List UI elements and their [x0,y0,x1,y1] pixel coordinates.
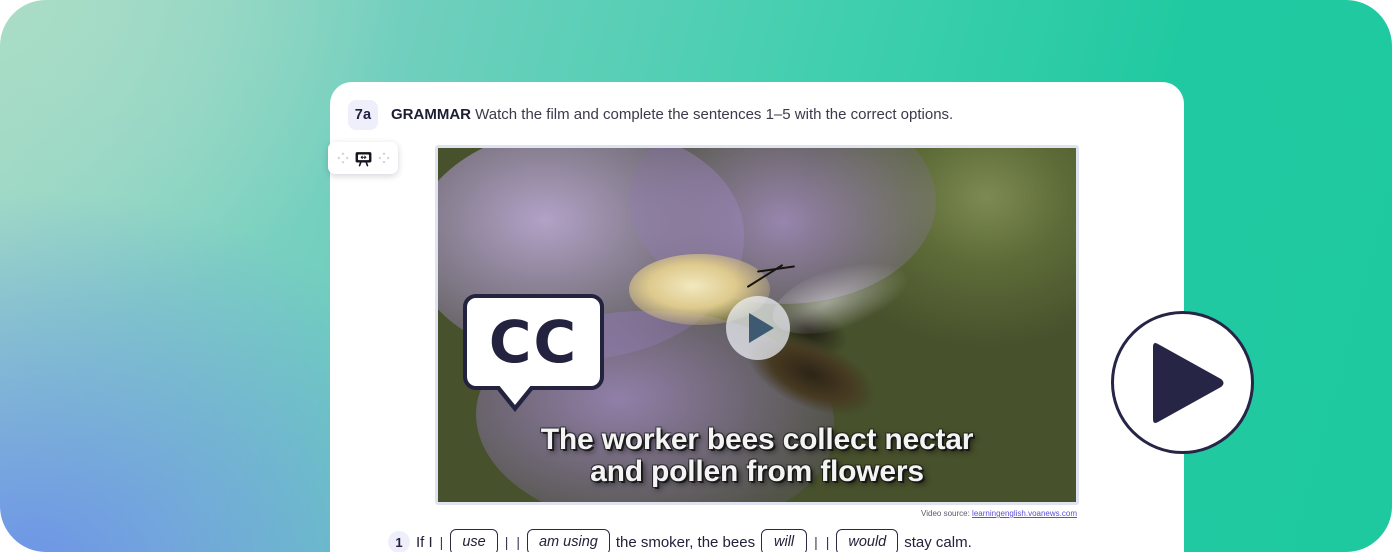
instruction-label: GRAMMAR [391,106,471,124]
sentence-number-badge: 1 [388,531,410,552]
presentation-board-icon[interactable] [354,149,373,168]
option-separator: | [516,534,520,550]
option-separator: | [825,534,830,550]
option-choice[interactable]: will [761,529,808,552]
screen: 7a GRAMMAR Watch the film and complete t… [0,0,1392,552]
option-choice[interactable]: would [836,529,899,552]
option-choice[interactable]: use [450,529,498,552]
play-icon [1153,342,1224,423]
move-arrows-icon[interactable] [378,152,390,164]
option-separator: | [439,534,444,550]
video-subtitle: The worker bees collect nectar and polle… [438,424,1076,488]
video-play-overlay-button[interactable] [726,296,790,360]
move-arrows-icon[interactable] [337,152,349,164]
main-play-button[interactable] [1111,311,1254,454]
video-subtitle-line-1: The worker bees collect nectar [540,423,974,457]
cc-label: CC [488,308,579,376]
instruction-body: Watch the film and complete the sentence… [471,106,954,124]
video-subtitle-line-2: and pollen from flowers [590,455,924,489]
sentence-text-before: If I [416,533,433,551]
option-choice[interactable]: am using [526,529,610,552]
sentence-row: 1 If I | use | | am using the smoker, th… [388,529,1174,552]
option-separator: | [504,534,509,550]
sentence-text-middle: the smoker, the bees [615,533,756,551]
exercise-number-badge: 7a [348,100,378,130]
instruction-row: 7a GRAMMAR Watch the film and complete t… [348,100,1166,130]
video-source-link[interactable]: learningenglish.voanews.com [972,509,1077,518]
instruction-text: GRAMMAR Watch the film and complete the … [391,105,953,125]
video-source-caption: Video source: learningenglish.voanews.co… [921,509,1077,518]
element-drag-toolbar[interactable] [328,142,398,174]
play-icon [748,313,774,343]
closed-captions-bubble[interactable]: CC [463,294,604,390]
video-block[interactable]: CC The worker bees collect nectar and po… [435,145,1079,518]
lesson-card: 7a GRAMMAR Watch the film and complete t… [330,82,1184,552]
sentence-text-after: stay calm. [904,533,972,551]
video-frame[interactable]: CC The worker bees collect nectar and po… [435,145,1079,505]
option-separator: | [814,534,818,550]
video-source-prefix: Video source: [921,509,973,518]
cc-bubble-tail-inner [498,384,532,405]
